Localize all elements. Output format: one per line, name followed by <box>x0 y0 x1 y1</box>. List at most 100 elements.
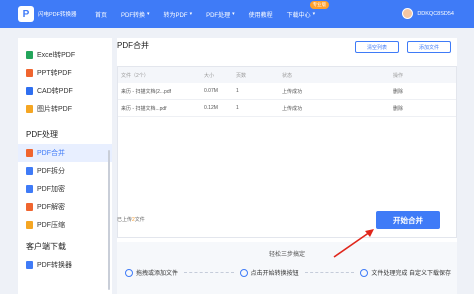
steps-title: 轻松三步搞定 <box>268 252 305 258</box>
table-row: 来历 - 扫描文档...pdf 0.12M 1 上传成功 删除 <box>118 100 456 117</box>
annotation-arrow-icon <box>333 229 374 258</box>
nav-label: PDF处理 <box>206 12 231 19</box>
chevron-down-icon: ▾ <box>312 11 316 17</box>
step-1: 拖拽或添加文件 <box>125 268 178 277</box>
nav-label: 下载中心 <box>286 12 311 19</box>
table-header: 文件（2个） 大小 页数 状态 操作 <box>118 67 456 83</box>
main-nav: 首页 PDF转换 ▾ 转为PDF ▾ PDF处理 ▾ 使用教程 下载中心 ▾ 专业版 <box>95 0 330 28</box>
chevron-down-icon: ▾ <box>232 11 235 17</box>
user-menu[interactable]: DDKQC8SD54 <box>402 8 454 19</box>
steps-guide: 轻松三步搞定 拖拽或添加文件 点击开始转换按钮 文件处理完成 自定义下载保存 <box>117 242 457 294</box>
split-icon <box>26 167 33 175</box>
nav-item-5[interactable]: 下载中心 ▾ 专业版 <box>286 0 330 19</box>
user-id: DDKQC8SD54 <box>417 10 454 17</box>
sidebar-item-unlock[interactable]: PDF解密 <box>18 198 112 216</box>
delete-link[interactable]: 删除 <box>393 88 453 95</box>
sidebar-item-label: CAD转PDF <box>37 88 73 95</box>
sidebar-item-label: PDF拆分 <box>37 168 65 175</box>
cad-icon <box>26 87 33 95</box>
upload-count-prefix: 已上传 <box>117 217 133 223</box>
sidebar-item-label: Excel转PDF <box>37 52 76 59</box>
file-size: 0.12M <box>204 105 218 111</box>
delete-link[interactable]: 删除 <box>393 105 453 112</box>
nav-item-3[interactable]: PDF处理 ▾ <box>206 10 235 19</box>
file-name: 来历 - 扫描文档(2...pdf <box>121 88 172 95</box>
step-label: 点击开始转换按钮 <box>250 271 299 277</box>
nav-label: 转为PDF <box>163 12 188 19</box>
image-icon <box>26 105 33 113</box>
file-name: 来历 - 扫描文档...pdf <box>121 105 167 112</box>
unlock-icon <box>26 203 33 211</box>
nav-label: 首页 <box>95 12 108 19</box>
ppt-icon <box>26 69 33 77</box>
section-pdf-process: PDF处理 <box>26 129 58 139</box>
table-row: 来历 - 扫描文档(2...pdf 0.07M 1 上传成功 删除 <box>118 83 456 100</box>
nav-label: 使用教程 <box>248 12 273 19</box>
step-divider <box>184 272 234 273</box>
step-3: 文件处理完成 自定义下载保存 <box>360 268 451 277</box>
sidebar: Excel转PDF PPT转PDF CAD转PDF 图片转PDF PDF处理 PDF合… <box>18 38 112 294</box>
app-name: 闪电PDF转换器 <box>38 12 77 18</box>
file-size: 0.07M <box>204 88 218 94</box>
sidebar-item-label: PPT转PDF <box>37 70 72 77</box>
sidebar-item-label: PDF加密 <box>37 186 65 193</box>
sidebar-item-compress[interactable]: PDF压缩 <box>18 216 112 234</box>
start-merge-button[interactable]: 开始合并 <box>376 211 440 229</box>
nav-item-1[interactable]: PDF转换 ▾ <box>121 10 150 19</box>
nav-item-4[interactable]: 使用教程 <box>249 10 273 19</box>
app-logo[interactable]: P 闪电PDF转换器 <box>18 6 88 22</box>
avatar[interactable] <box>402 8 414 19</box>
sidebar-item-excel[interactable]: Excel转PDF <box>18 46 112 64</box>
chevron-down-icon: ▾ <box>189 11 193 17</box>
sidebar-item-label: PDF压缩 <box>37 222 65 229</box>
steps-row: 拖拽或添加文件 点击开始转换按钮 文件处理完成 自定义下载保存 <box>125 268 451 277</box>
step-label: 文件处理完成 自定义下载保存 <box>371 271 452 277</box>
pdf-logo-icon: P <box>18 6 34 22</box>
sidebar-item-cad[interactable]: CAD转PDF <box>18 82 112 100</box>
sidebar-scrollbar[interactable] <box>108 150 110 290</box>
sidebar-item-lock[interactable]: PDF加密 <box>18 180 112 198</box>
header-status: 状态 <box>282 72 293 79</box>
sidebar-item-image[interactable]: 图片转PDF <box>18 100 112 118</box>
nav-badge: 专业版 <box>309 0 330 9</box>
header-file: 文件（2个） <box>121 72 149 79</box>
file-pages: 1 <box>236 105 239 111</box>
file-status: 上传成功 <box>282 105 303 112</box>
file-pages: 1 <box>236 88 239 94</box>
page-title: PDF合并 <box>117 41 149 50</box>
nav-label: PDF转换 <box>121 12 146 19</box>
merge-icon <box>26 149 33 157</box>
header-pages: 页数 <box>236 72 247 79</box>
excel-icon <box>26 51 33 59</box>
header-action: 操作 <box>393 72 404 79</box>
sidebar-item-label: PDF解密 <box>37 204 65 211</box>
section-client-download: 客户端下载 <box>26 241 66 251</box>
step-2: 点击开始转换按钮 <box>239 268 299 277</box>
sidebar-item-ppt[interactable]: PPT转PDF <box>18 64 112 82</box>
step-divider <box>304 272 355 273</box>
add-file-button[interactable]: 添加文件 <box>407 41 451 53</box>
sidebar-item-label: 图片转PDF <box>37 106 72 113</box>
chevron-down-icon: ▾ <box>147 11 150 17</box>
upload-count: 已上传2文件 <box>117 216 145 223</box>
lock-icon <box>26 185 33 193</box>
sidebar-item-label: PDF转换器 <box>37 262 72 269</box>
merge-panel: PDF合并 清空列表 添加文件 文件（2个） 大小 页数 状态 操作 来历 - … <box>117 38 457 294</box>
file-status: 上传成功 <box>282 88 303 95</box>
sidebar-item-app[interactable]: PDF转换器 <box>18 256 112 274</box>
nav-item-0[interactable]: 首页 <box>95 10 107 19</box>
sidebar-item-split[interactable]: PDF拆分 <box>18 162 112 180</box>
convert-icon <box>239 268 248 277</box>
sidebar-item-label: PDF合并 <box>37 150 65 157</box>
upload-count-suffix: 文件 <box>134 217 145 223</box>
top-navigation-bar: P 闪电PDF转换器 首页 PDF转换 ▾ 转为PDF ▾ PDF处理 ▾ 使用教程 下载中心 ▾… <box>0 0 474 28</box>
compress-icon <box>26 221 33 229</box>
app-icon <box>26 261 33 269</box>
nav-item-2[interactable]: 转为PDF ▾ <box>164 10 193 19</box>
download-icon <box>360 268 369 277</box>
sidebar-item-merge[interactable]: PDF合并 <box>18 144 112 162</box>
upload-icon <box>125 268 133 277</box>
step-label: 拖拽或添加文件 <box>136 271 179 277</box>
clear-list-button[interactable]: 清空列表 <box>355 41 399 53</box>
header-size: 大小 <box>204 72 215 79</box>
